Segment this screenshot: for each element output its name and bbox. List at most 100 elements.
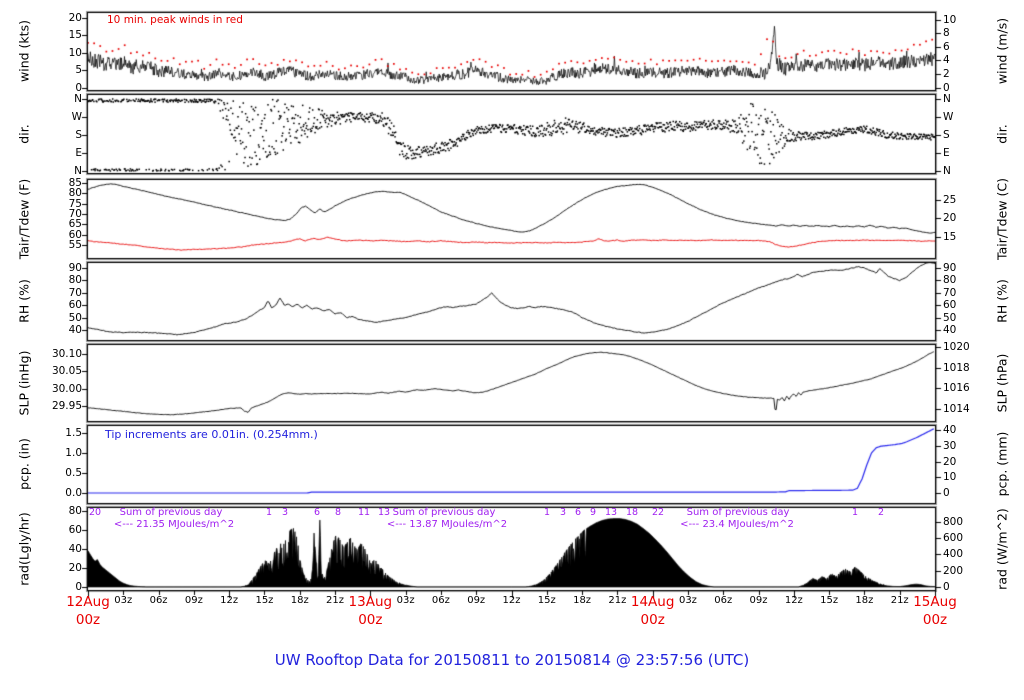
tick-label-right-rh: 40 [943,323,957,336]
x-axis-minor-label: 15z [820,595,839,606]
x-axis-major-label: 15Aug [913,594,957,610]
peak-wind-note: 10 min. peak winds in red [107,14,243,26]
x-axis-minor-label: 15z [537,595,556,606]
tick-label-right-wind: 6 [943,40,950,53]
tick-label-right-temperature: 20 [943,211,957,224]
x-axis-minor-label: 06z [431,595,450,606]
axis-label-pcp-right: pcp. (mm) [994,431,1010,497]
tick-label-left-wind: 15 [68,28,82,41]
figure-title: UW Rooftop Data for 20150811 to 20150814… [274,651,750,669]
tick-label-left-dir: W [71,110,82,123]
tick-label-left-rad: 20 [68,561,82,574]
x-axis-minor-label: 15z [255,595,274,606]
tick-label-left-rh: 40 [68,323,82,336]
tick-label-left-dir: S [75,128,82,141]
x-axis-minor-label: 12z [784,595,803,606]
tick-label-right-wind: 2 [943,67,950,80]
tick-label-left-wind: 5 [75,63,82,76]
tick-label-right-dir: N [943,164,951,177]
tick-label-right-slp: 1020 [943,340,970,353]
tick-label-left-dir: E [75,146,82,159]
x-axis-minor-label: 18z [290,595,309,606]
x-axis-minor-label: 18z [573,595,592,606]
tick-label-left-rh: 80 [68,273,82,286]
tick-label-right-pcp: 10 [943,470,957,483]
tick-label-left-pcp: 1.0 [65,446,82,459]
x-axis-minor-label: 09z [749,595,768,606]
x-axis-major-label: 14Aug [630,594,675,610]
x-axis-minor-label: 09z [184,595,203,606]
axis-label-slp-left: SLP (inHg) [16,350,32,416]
x-axis-major-label-hour: 00z [640,612,665,628]
rad-hour-mark: 22 [651,507,665,518]
tick-label-left-rh: 50 [68,311,82,324]
tick-label-right-rad: 200 [943,564,964,577]
x-axis-major-label: 12Aug [66,594,110,610]
tick-label-right-temperature: 25 [943,193,957,206]
rad-hour-mark: 2 [877,507,885,518]
tick-label-left-dir: N [74,164,82,177]
axis-label-temp-right: Tair/Tdew (C) [994,178,1010,260]
tick-label-right-dir: N [943,92,951,105]
x-axis-major-label: 13Aug [348,594,393,610]
tick-label-right-wind: 8 [943,26,950,39]
tick-label-left-rh: 70 [68,286,82,299]
tick-label-right-pcp: 20 [943,455,957,468]
tick-label-right-dir: S [943,128,950,141]
x-axis-minor-label: 18z [855,595,874,606]
tick-label-right-rh: 90 [943,261,957,274]
tick-label-right-slp: 1016 [943,381,970,394]
tick-label-right-slp: 1018 [943,361,970,374]
tick-label-left-wind: 10 [68,46,82,59]
axis-label-rh-right: RH (%) [994,279,1010,323]
tick-label-right-pcp: 30 [943,439,957,452]
tick-label-left-dir: N [74,92,82,105]
tick-label-right-rh: 50 [943,311,957,324]
axis-label-wind-right: wind (m/s) [994,17,1010,85]
axis-label-rad-right: rad (W/m^2) [994,508,1010,590]
axis-label-rad-left: rad(Lgly/hr) [16,512,32,586]
x-axis-minor-label: 06z [714,595,733,606]
tick-label-left-slp: 29.95 [51,399,82,412]
axis-label-slp-right: SLP (hPa) [994,353,1010,413]
tick-label-left-slp: 30.00 [51,382,82,395]
tick-label-right-pcp: 40 [943,423,957,436]
x-axis-major-label-hour: 00z [358,612,383,628]
tick-label-right-rad: 400 [943,547,964,560]
x-axis-minor-label: 12z [502,595,521,606]
tick-label-right-rh: 60 [943,298,957,311]
axis-label-wind-left: wind (kts) [16,20,32,82]
x-axis-minor-label: 09z [467,595,486,606]
rad-sum-note-1b: <--- 21.35 MJoules/m^2 [113,519,235,530]
tick-label-right-rad: 0 [943,580,950,593]
tick-label-right-rh: 80 [943,273,957,286]
x-axis-minor-label: 06z [149,595,168,606]
tick-label-right-rad: 600 [943,531,964,544]
tick-label-right-wind: 4 [943,53,950,66]
tick-label-left-wind: 20 [68,11,82,24]
tick-label-left-slp: 30.05 [51,364,82,377]
tick-label-right-temperature: 15 [943,230,957,243]
axis-label-dir-right: dir. [994,124,1010,144]
tick-label-left-rad: 40 [68,542,82,555]
tick-label-right-pcp: 0 [943,486,950,499]
tick-label-left-pcp: 0.0 [65,486,82,499]
tick-label-right-rh: 70 [943,286,957,299]
tick-label-right-wind: 10 [943,13,957,26]
axis-label-pcp-left: pcp. (in) [16,438,32,490]
tick-label-left-rh: 90 [68,261,82,274]
x-axis-major-label-hour: 00z [922,612,948,628]
weather-station-figure: wind (kts) dir. Tair/Tdew (F) RH (%) SLP… [0,0,1024,700]
x-axis-minor-label: 12z [220,595,239,606]
tick-label-left-rad: 0 [75,580,82,593]
tick-label-left-pcp: 0.5 [65,466,82,479]
tick-label-right-dir: W [943,110,954,123]
rad-sum-note-2b: <--- 13.87 MJoules/m^2 [386,519,508,530]
tick-label-right-slp: 1014 [943,402,970,415]
axis-label-rh-left: RH (%) [16,279,32,323]
rad-sum-note-3b: <--- 23.4 MJoules/m^2 [680,519,794,530]
tick-label-left-temperature: 55 [68,238,82,251]
tick-label-left-slp: 30.10 [51,347,82,360]
x-axis-major-label-hour: 00z [75,612,101,628]
tip-increment-note: Tip increments are 0.01in. (0.254mm.) [105,428,318,441]
